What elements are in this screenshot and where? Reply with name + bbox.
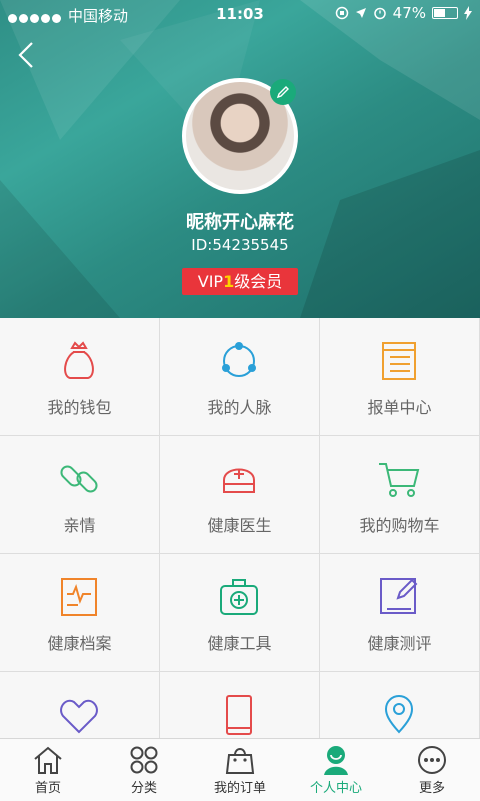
bag-icon [225,748,255,774]
user-id: ID:54235545 [191,236,289,254]
grid-item-label: 我的购物车 [359,516,440,535]
edit-avatar-button[interactable] [270,79,296,105]
feature-grid: 我的钱包 我的人脉 报单中心 亲情 健康医生 我的购物车 健康档案 健康工具 健… [0,318,480,738]
location-arrow-icon [355,8,366,18]
battery-percent: 47% [392,4,426,22]
tab-label: 分类 [130,781,157,796]
rotation-lock-icon [335,6,348,20]
grid-item-family[interactable]: 亲情 [0,436,160,554]
grid-item-orders-center[interactable]: 报单中心 [320,318,480,436]
charging-icon [464,6,472,20]
cart-icon [379,463,420,497]
grid-item-health-evaluation[interactable]: 健康测评 [320,554,480,672]
vip-prefix: VIP [197,272,224,291]
category-icon [130,746,158,774]
grid-item-label: 健康医生 [207,516,272,535]
grid-item-health-record[interactable]: 健康档案 [0,554,160,672]
grid-item-health-tools[interactable]: 健康工具 [160,554,320,672]
nickname: 昵称开心麻花 [186,212,294,233]
heart-icon [60,699,98,734]
grid-item-label: 健康测评 [367,634,432,653]
grid-item-label: 我的钱包 [47,398,112,417]
person-icon [324,746,348,775]
back-icon[interactable] [14,40,40,70]
list-icon [382,342,416,380]
tab-orders[interactable]: 我的订单 [192,739,288,801]
pencil-icon [276,86,289,99]
alarm-icon [373,7,386,20]
grid-item-label: 我的人脉 [207,398,272,417]
tab-label: 更多 [418,781,445,796]
nurse-cap-icon [223,468,255,493]
grid-item-label: 健康档案 [47,634,112,653]
grid-item-wallet[interactable]: 我的钱包 [0,318,160,436]
profile-header: 中国移动 11:03 47% 昵称开心麻花 ID:54235545 VIP1级会… [0,0,480,318]
grid-item-cart[interactable]: 我的购物车 [320,436,480,554]
tab-label: 我的订单 [213,781,266,796]
tab-label: 个人中心 [309,781,362,796]
vip-level: 1 [223,272,235,291]
grid-item-label: 健康工具 [207,634,272,653]
money-bag-icon [64,341,94,379]
network-icon [222,342,256,377]
medical-kit-icon [220,579,258,615]
phone-icon [226,695,252,735]
tab-more[interactable]: 更多 [384,739,480,801]
grid-item-label: 亲情 [63,516,96,535]
link-icon [60,465,98,493]
tab-home[interactable]: 首页 [0,739,96,801]
tab-bar: 首页 分类 我的订单 个人中心 更多 [0,738,480,801]
health-record-icon [61,578,97,616]
more-icon [418,746,446,774]
grid-item-phone[interactable] [160,672,320,738]
tab-personal-center[interactable]: 个人中心 [288,739,384,801]
tab-category[interactable]: 分类 [96,739,192,801]
tab-label: 首页 [34,781,61,796]
status-bar: 中国移动 11:03 47% [0,0,480,28]
location-pin-icon [384,695,414,734]
grid-item-label: 报单中心 [367,398,432,417]
grid-item-network[interactable]: 我的人脉 [160,318,320,436]
vip-badge: VIP1级会员 [182,268,298,295]
battery-icon [432,7,458,19]
grid-item-heart[interactable] [0,672,160,738]
grid-item-location[interactable] [320,672,480,738]
evaluation-icon [380,578,418,614]
home-icon [34,746,62,774]
grid-item-doctor[interactable]: 健康医生 [160,436,320,554]
vip-suffix: 级会员 [234,272,283,291]
